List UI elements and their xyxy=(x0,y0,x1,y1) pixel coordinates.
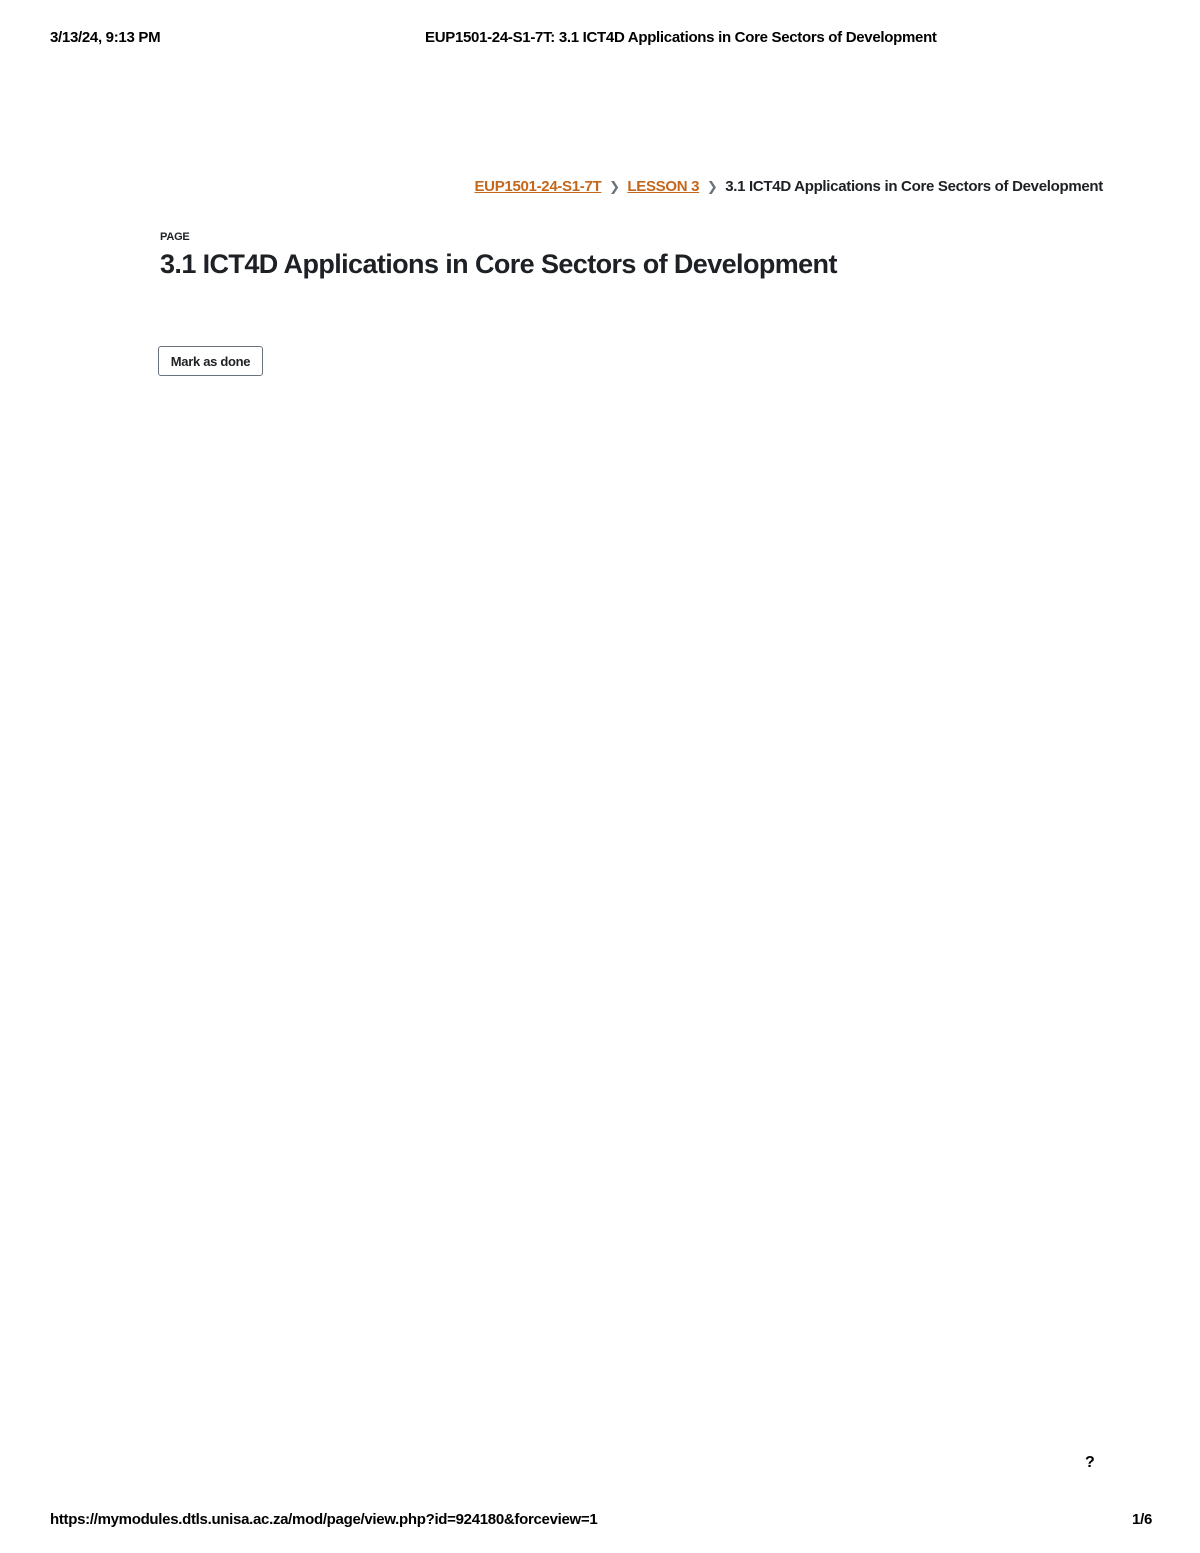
print-datetime: 3/13/24, 9:13 PM xyxy=(50,29,161,46)
print-document-title: EUP1501-24-S1-7T: 3.1 ICT4D Applications… xyxy=(425,29,937,46)
mark-as-done-button[interactable]: Mark as done xyxy=(158,346,263,376)
print-header: 3/13/24, 9:13 PM EUP1501-24-S1-7T: 3.1 I… xyxy=(0,29,1200,49)
breadcrumb-item-lesson[interactable]: LESSON 3 xyxy=(627,178,699,195)
print-footer: https://mymodules.dtls.unisa.ac.za/mod/p… xyxy=(0,1511,1200,1531)
chevron-right-icon: ❯ xyxy=(706,178,718,194)
activity-type-label: PAGE xyxy=(160,231,190,243)
page-title: 3.1 ICT4D Applications in Core Sectors o… xyxy=(160,249,837,279)
print-page-indicator: 1/6 xyxy=(1132,1511,1152,1528)
breadcrumb-item-current: 3.1 ICT4D Applications in Core Sectors o… xyxy=(725,178,1103,195)
breadcrumb: EUP1501-24-S1-7T ❯ LESSON 3 ❯ 3.1 ICT4D … xyxy=(474,178,1103,195)
question-icon[interactable]: ? xyxy=(1085,1454,1095,1472)
print-url: https://mymodules.dtls.unisa.ac.za/mod/p… xyxy=(50,1511,598,1528)
activity-header: PAGE 3.1 ICT4D Applications in Core Sect… xyxy=(160,231,837,280)
breadcrumb-item-course[interactable]: EUP1501-24-S1-7T xyxy=(474,178,601,195)
chevron-right-icon: ❯ xyxy=(609,178,620,194)
